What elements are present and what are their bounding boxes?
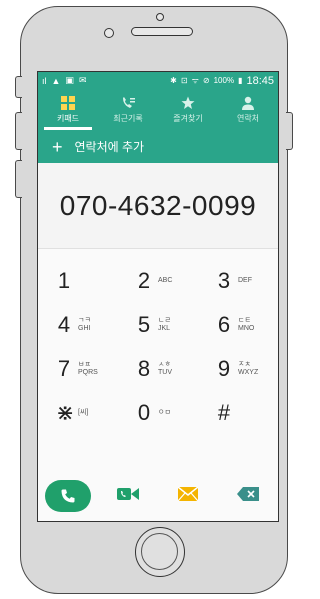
number-display: 070-4632-0099 — [38, 163, 278, 249]
tab-favorites[interactable]: 즐겨찾기 — [158, 89, 218, 130]
power-button — [286, 112, 293, 150]
signal-bars-icon: ıl — [42, 75, 47, 86]
volume-up-button — [15, 112, 22, 150]
call-button[interactable] — [38, 480, 98, 512]
dialed-number: 070-4632-0099 — [59, 189, 257, 221]
tab-label: 즐겨찾기 — [173, 113, 203, 123]
mute-switch — [15, 76, 22, 98]
key-9[interactable]: 9 ㅈㅊ WXYZ — [198, 347, 278, 391]
key-4[interactable]: 4 ㄱㅋ GHI — [38, 303, 118, 347]
key-3[interactable]: 3 DEF — [198, 259, 278, 303]
warning-icon: ▲ — [51, 75, 61, 86]
add-to-contacts-button[interactable]: + 연락처에 추가 — [38, 130, 278, 163]
home-button[interactable] — [135, 527, 185, 577]
action-bar — [38, 470, 278, 521]
backspace-icon — [237, 486, 259, 506]
video-call-button[interactable] — [98, 487, 158, 506]
plus-icon: + — [52, 136, 63, 157]
volume-down-button — [15, 160, 22, 198]
mail-icon: ✉ — [78, 75, 87, 85]
video-camera-icon — [117, 487, 139, 506]
key-1[interactable]: 1 — [38, 259, 118, 303]
add-to-contacts-label: 연락처에 추가 — [74, 140, 145, 154]
tab-bar: 키패드 최근기록 즐겨찾기 연락처 — [38, 89, 278, 130]
clock: 18:45 — [246, 74, 274, 87]
key-2[interactable]: 2 ABC — [118, 259, 198, 303]
tab-label: 키패드 — [56, 113, 80, 123]
tab-contacts[interactable]: 연락처 — [218, 89, 278, 130]
front-camera — [104, 28, 114, 38]
keypad-icon — [61, 95, 75, 110]
key-0[interactable]: 0 ㅇㅁ — [118, 391, 198, 435]
call-log-icon — [121, 96, 135, 110]
image-icon: ▣ — [65, 75, 74, 85]
key-star[interactable]: ⋇ [씨] — [38, 391, 118, 435]
status-bar: ıl ▲ ▣ ✉ ✱ ⊡ ᯤ ⊘ 100% ▮ 18:45 — [38, 72, 278, 89]
tab-label: 연락처 — [236, 113, 260, 123]
key-6[interactable]: 6 ㄷㅌ MNO — [198, 303, 278, 347]
nfc-icon: ⊡ — [180, 76, 188, 85]
phone-icon — [45, 480, 91, 512]
wifi-icon: ᯤ — [191, 76, 199, 85]
battery-icon: ▮ — [238, 76, 243, 85]
star-icon — [181, 96, 195, 110]
bluetooth-icon: ✱ — [170, 76, 177, 85]
key-8[interactable]: 8 ㅅㅎ TUV — [118, 347, 198, 391]
tab-keypad[interactable]: 키패드 — [38, 89, 98, 130]
proximity-sensor — [156, 13, 164, 21]
message-button[interactable] — [158, 485, 218, 506]
key-7[interactable]: 7 ㅂㅍ PQRS — [38, 347, 118, 391]
dial-keypad: 1 2 ABC 3 DEF 4 ㄱㅋ GHI 5 ㄴㄹ JKL 6 ㄷㅌ MNO 7 ㅂㅍ PQRS… — [38, 249, 278, 470]
tab-label: 최근기록 — [113, 113, 143, 123]
earpiece-speaker — [131, 27, 193, 36]
tab-recent[interactable]: 최근기록 — [98, 89, 158, 130]
envelope-icon — [177, 485, 199, 506]
battery-percent: 100% — [213, 76, 235, 85]
person-icon — [241, 96, 255, 110]
key-hash[interactable]: # — [198, 391, 278, 435]
key-5[interactable]: 5 ㄴㄹ JKL — [118, 303, 198, 347]
phone-screen: ıl ▲ ▣ ✉ ✱ ⊡ ᯤ ⊘ 100% ▮ 18:45 키패드 최근기록 즐… — [37, 71, 279, 522]
backspace-button[interactable] — [218, 486, 278, 506]
dnd-icon: ⊘ — [202, 76, 210, 85]
